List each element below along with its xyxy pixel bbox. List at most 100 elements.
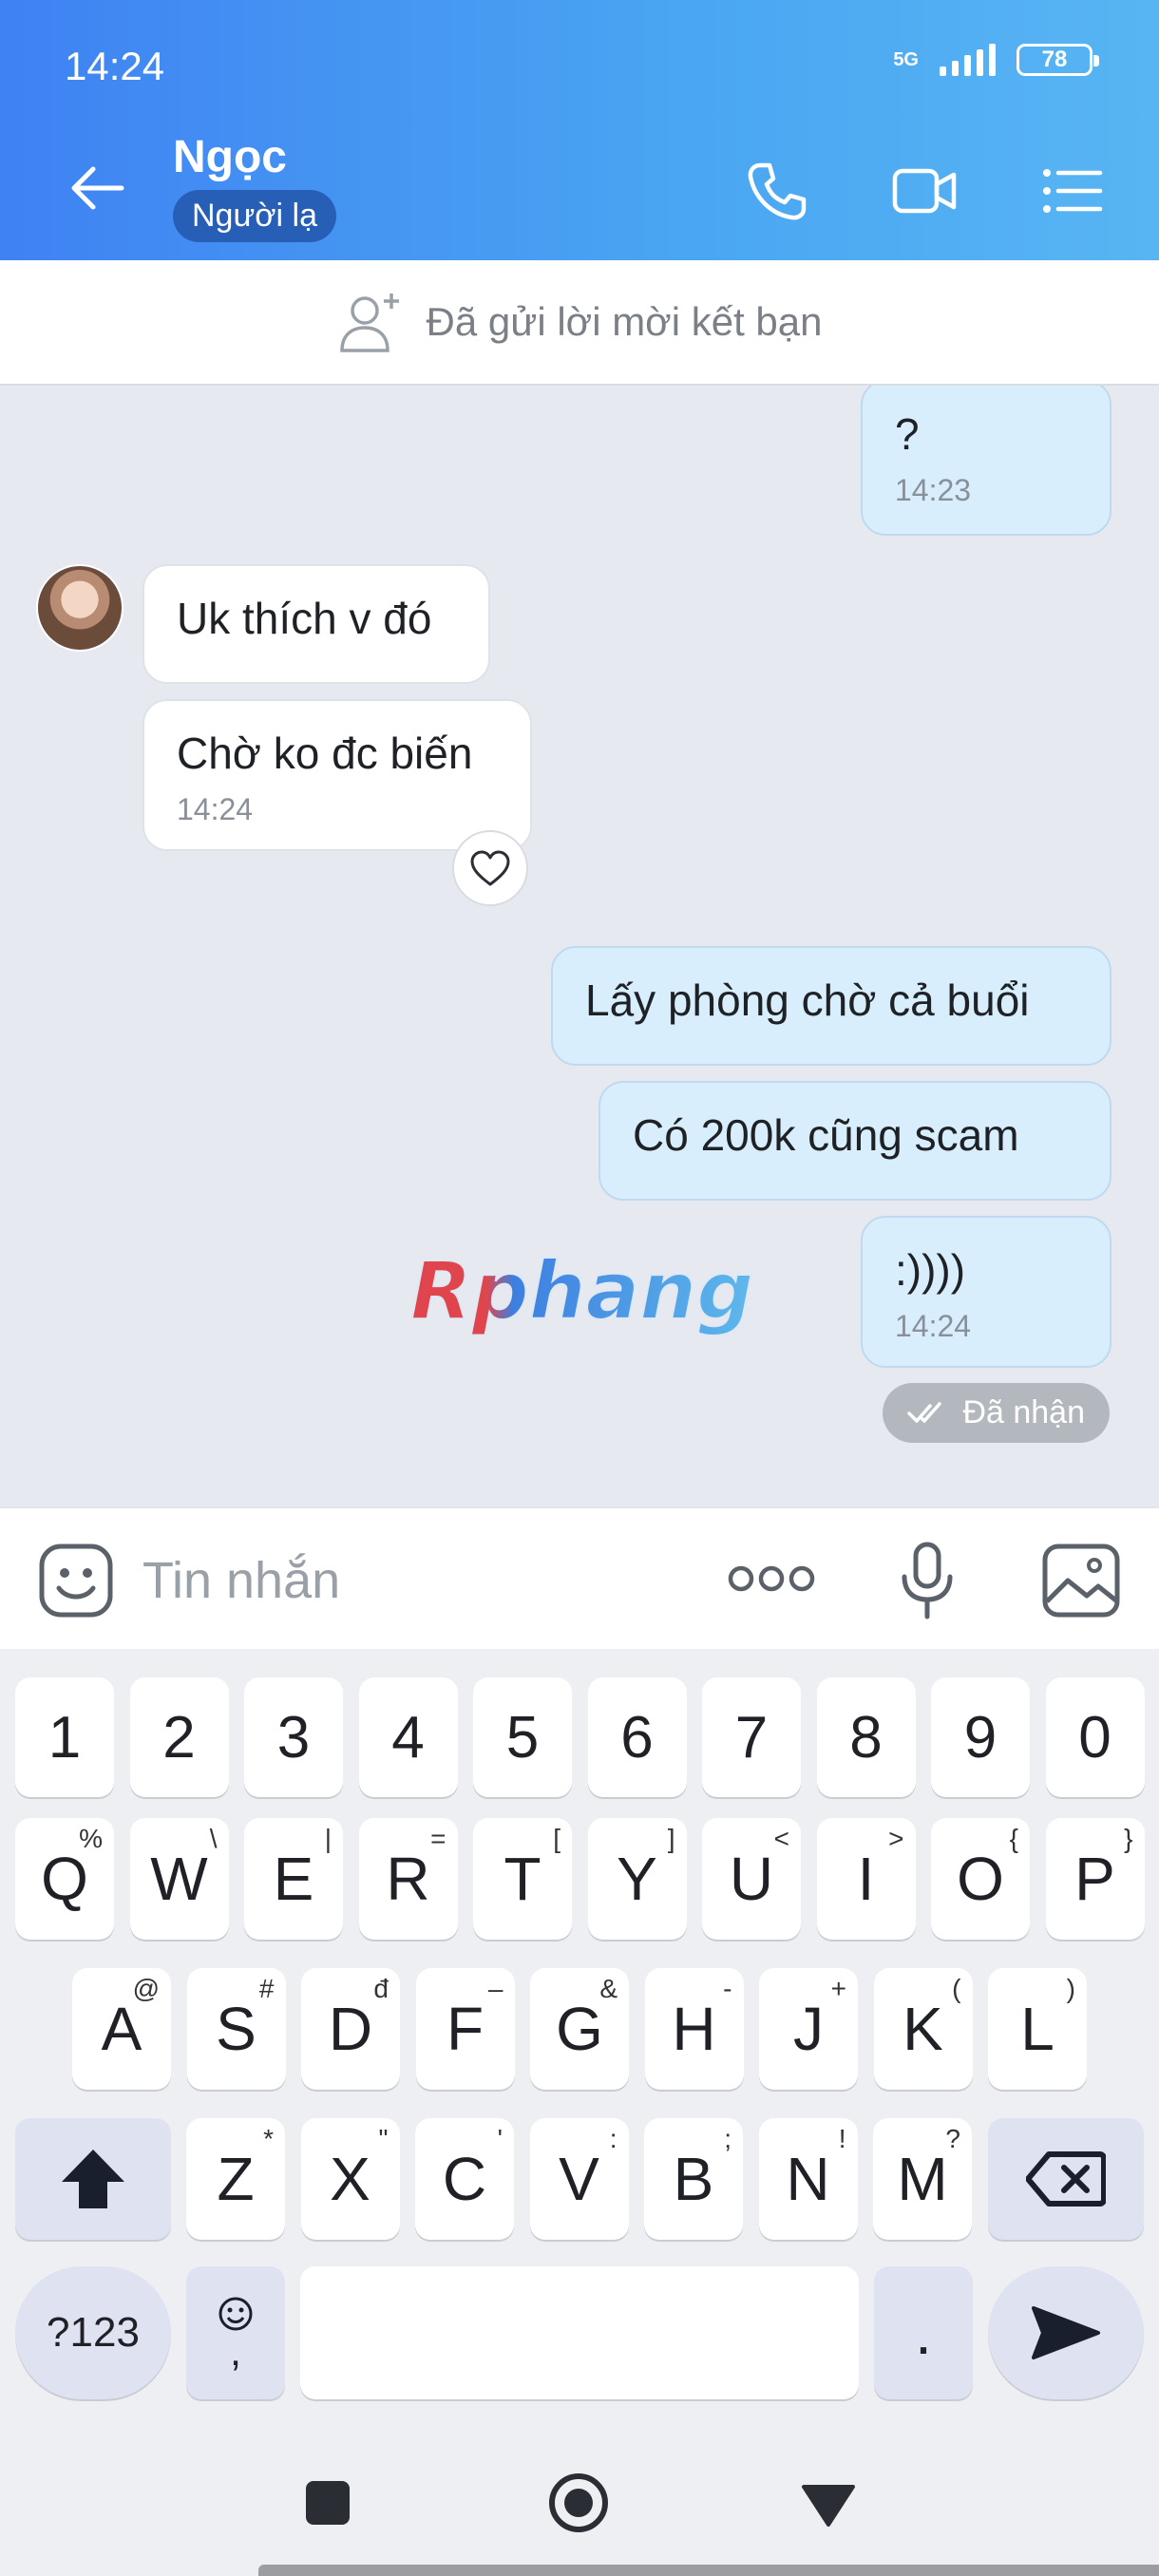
key-secondary-label: ' (497, 2124, 503, 2153)
key-v[interactable]: V: (529, 2118, 629, 2240)
key-label: A (101, 1995, 142, 2063)
key-o[interactable]: O{ (931, 1818, 1030, 1940)
key-label: B (673, 2145, 714, 2213)
symbols-key[interactable]: ?123 (15, 2266, 171, 2399)
key-label: K (902, 1995, 943, 2063)
key-2[interactable]: 2 (129, 1677, 229, 1797)
back-arrow-icon[interactable] (66, 158, 127, 218)
video-call-icon[interactable] (891, 158, 958, 224)
phone-call-icon[interactable] (743, 158, 809, 224)
key-label: J (793, 1995, 824, 2063)
message-bubble-out[interactable]: Có 200k cũng scam (598, 1081, 1112, 1201)
key-u[interactable]: U < (702, 1818, 801, 1940)
send-key[interactable] (988, 2266, 1144, 2399)
message-bubble-in[interactable]: Uk thích v đó (142, 564, 490, 684)
period-key[interactable]: . (874, 2266, 973, 2399)
key-i[interactable]: I > (816, 1818, 916, 1940)
chat-area[interactable]: ? 14:23 Uk thích v đó Chờ ko đc biến 14:… (0, 386, 1159, 1506)
key-label: 6 (620, 1704, 654, 1771)
emoji-comma-key[interactable]: , (186, 2266, 285, 2399)
friend-request-bar[interactable]: Đã gửi lời mời kết bạn (0, 260, 1159, 386)
key-e[interactable]: E | (244, 1818, 343, 1940)
key-label: Q (41, 1845, 88, 1913)
backspace-key[interactable] (988, 2118, 1144, 2240)
key-c[interactable]: C ' (415, 2118, 514, 2240)
key-label: 5 (505, 1704, 540, 1771)
key-label: ?123 (47, 2309, 140, 2356)
key-q[interactable]: Q% (15, 1818, 114, 1940)
contact-name[interactable]: Ngọc (173, 131, 287, 183)
key-secondary-label: " (378, 2124, 389, 2153)
sticker-emoji-icon[interactable] (38, 1543, 114, 1619)
contact-avatar[interactable] (36, 564, 124, 652)
key-secondary-label: < (773, 1824, 789, 1853)
message-input[interactable] (142, 1543, 674, 1619)
key-a[interactable]: A @ (72, 1968, 171, 2090)
key-label: P (1074, 1845, 1115, 1913)
key-h[interactable]: H- (644, 1968, 744, 2090)
message-bubble-out[interactable]: :)))) 14:24 (861, 1216, 1112, 1368)
back-triangle-button[interactable] (800, 2483, 857, 2529)
key-secondary-label: [ (553, 1824, 560, 1853)
menu-list-icon[interactable] (1039, 158, 1106, 224)
key-secondary-label: ( (952, 1974, 961, 2003)
key-secondary-label: > (888, 1824, 904, 1853)
recent-apps-button[interactable] (306, 2481, 350, 2525)
key-l[interactable]: L) (988, 1968, 1087, 2090)
key-7[interactable]: 7 (702, 1677, 801, 1797)
key-4[interactable]: 4 (358, 1677, 458, 1797)
key-p[interactable]: P} (1045, 1818, 1145, 1940)
key-1[interactable]: 1 (15, 1677, 114, 1797)
key-s[interactable]: S # (186, 1968, 286, 2090)
key-g[interactable]: G & (530, 1968, 629, 2090)
key-y[interactable]: Y] (587, 1818, 687, 1940)
backspace-icon (1026, 2151, 1106, 2207)
key-z[interactable]: Z * (186, 2118, 285, 2240)
emoji-face-icon (218, 2297, 253, 2331)
signal-icon (940, 44, 996, 76)
message-bubble-in[interactable]: Chờ ko đc biến 14:24 (142, 699, 532, 851)
key-6[interactable]: 6 (587, 1677, 687, 1797)
key-secondary-label: { (1009, 1824, 1018, 1853)
microphone-icon[interactable] (899, 1541, 956, 1620)
gesture-bar (258, 2565, 1159, 2576)
chat-header: 14:24 5G 78 Ngọc Người lạ (0, 0, 1159, 260)
key-label: H (672, 1995, 716, 2063)
key-label: 8 (849, 1704, 883, 1771)
key-w[interactable]: W \ (129, 1818, 229, 1940)
key-x[interactable]: X " (300, 2118, 400, 2240)
key-secondary-label: ; (724, 2124, 732, 2153)
message-text: Lấy phòng chờ cả buổi (585, 975, 1030, 1025)
message-text: ? (895, 409, 920, 459)
key-r[interactable]: R = (358, 1818, 458, 1940)
key-8[interactable]: 8 (816, 1677, 916, 1797)
key-k[interactable]: K( (873, 1968, 973, 2090)
home-button[interactable] (547, 2472, 610, 2534)
key-d[interactable]: Dđ (301, 1968, 400, 2090)
key-f[interactable]: F – (415, 1968, 515, 2090)
key-3[interactable]: 3 (244, 1677, 343, 1797)
key-secondary-label: ! (838, 2124, 846, 2153)
key-secondary-label: = (430, 1824, 446, 1853)
key-t[interactable]: T[ (473, 1818, 572, 1940)
react-heart-button[interactable] (452, 830, 528, 906)
more-options-icon[interactable] (728, 1562, 815, 1596)
key-label: C (442, 2145, 487, 2213)
key-5[interactable]: 5 (473, 1677, 572, 1797)
key-label: N (786, 2145, 830, 2213)
key-0[interactable]: 0 (1045, 1677, 1145, 1797)
key-secondary-label: đ (373, 1974, 389, 2003)
key-b[interactable]: B; (644, 2118, 743, 2240)
key-m[interactable]: M? (873, 2118, 972, 2240)
key-j[interactable]: J + (759, 1968, 858, 2090)
space-key[interactable] (300, 2266, 859, 2399)
key-9[interactable]: 9 (931, 1677, 1030, 1797)
message-bubble-out[interactable]: Lấy phòng chờ cả buổi (551, 946, 1112, 1066)
key-secondary-label: : (609, 2124, 618, 2153)
message-bubble-out[interactable]: ? 14:23 (861, 386, 1112, 536)
shift-key[interactable] (15, 2118, 171, 2240)
image-gallery-icon[interactable] (1041, 1543, 1121, 1619)
key-label: W (150, 1845, 208, 1913)
key-label: V (559, 2145, 599, 2213)
key-n[interactable]: N! (758, 2118, 858, 2240)
